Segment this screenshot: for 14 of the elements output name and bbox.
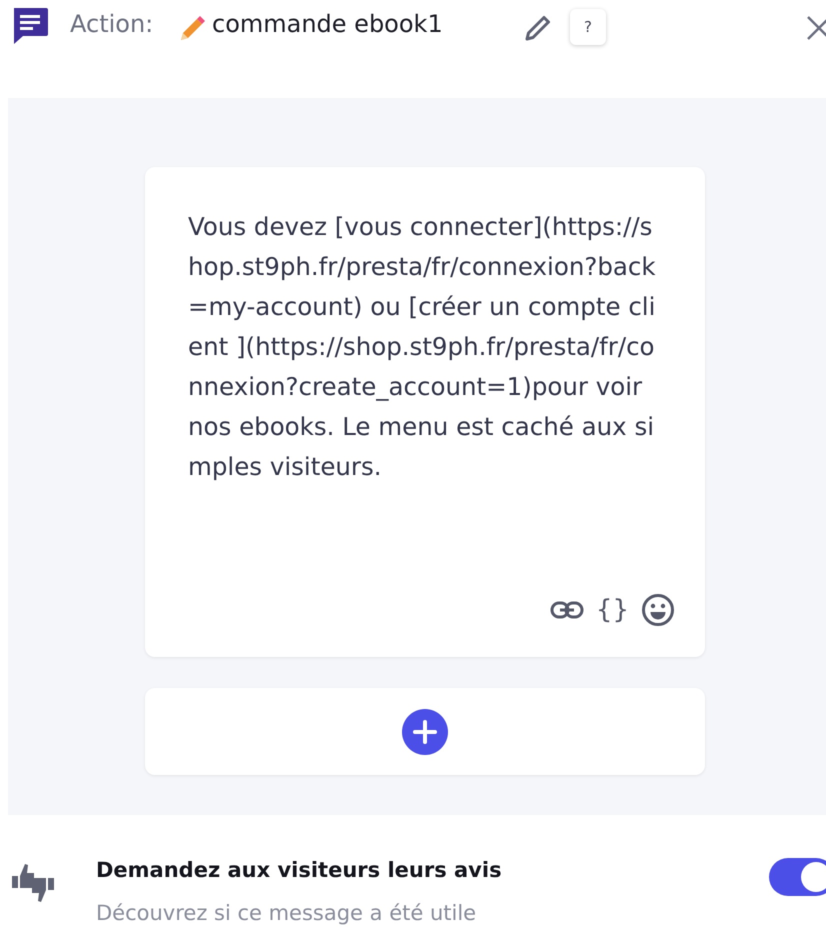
thumbs-icon — [10, 862, 56, 904]
feedback-toggle[interactable] — [769, 858, 826, 896]
close-icon[interactable] — [806, 15, 826, 41]
link-icon[interactable] — [550, 600, 584, 620]
variable-button[interactable]: {} — [596, 595, 629, 625]
message-icon — [11, 6, 49, 46]
help-button[interactable]: ? — [570, 9, 606, 45]
feedback-subtitle: Découvrez si ce message a été utile — [96, 901, 476, 925]
action-name: commande ebook1 — [212, 10, 443, 38]
add-button[interactable] — [402, 708, 448, 754]
feedback-title: Demandez aux visiteurs leurs avis — [96, 858, 502, 882]
smiley-icon[interactable] — [641, 593, 675, 627]
message-text[interactable]: Vous devez [vous connecter](https://shop.st9ph.fr/presta/fr/connexion?back=my-account) ou [créer un compte client ](https://shop.st9ph.fr/presta/fr/connexion?create_account=1)pour voir nos ebooks. Le menu est caché aux simples visiteurs. — [188, 207, 658, 487]
action-label: Action: — [70, 10, 154, 38]
